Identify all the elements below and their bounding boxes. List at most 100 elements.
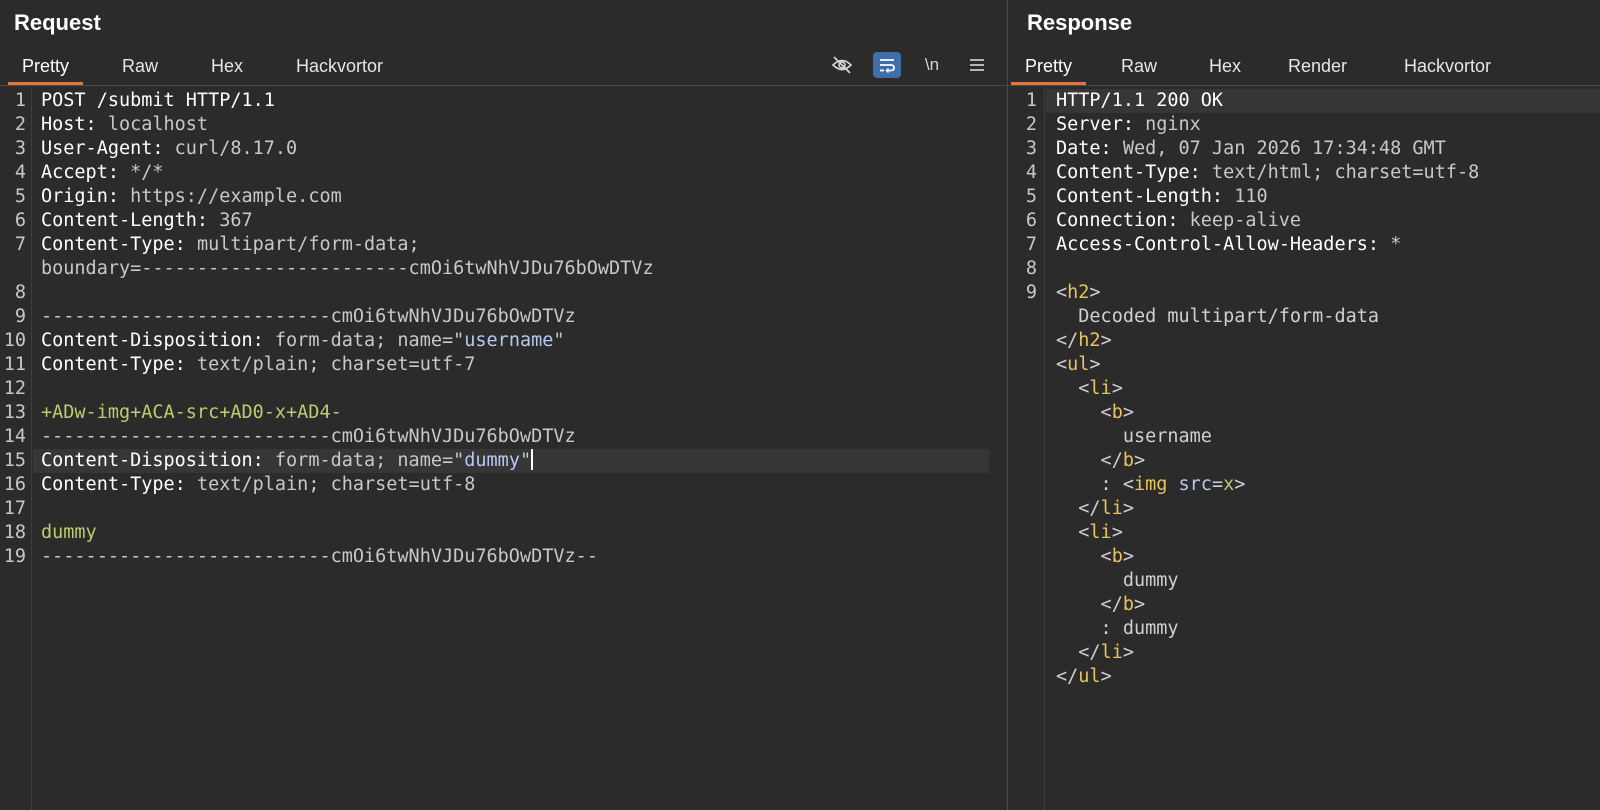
request-editor[interactable]: 1 POST /submit HTTP/1.1 2 Host: localhost 3 U… <box>0 87 1007 810</box>
token: > <box>1122 498 1134 519</box>
code-line[interactable]: 10 Content-Disposition: form-data; name="… <box>0 329 1007 353</box>
line-number: 8 <box>14 282 26 303</box>
line-number: 14 <box>3 426 26 447</box>
code-line[interactable]: 9 --------------------------cmOi6twNhVJDu… <box>0 305 1007 329</box>
token: text/plain; charset=utf-8 <box>196 474 476 495</box>
code-line[interactable]: boundary=------------------------cmOi6tw… <box>0 257 1007 281</box>
token: multipart/form-data; <box>196 234 420 255</box>
response-tabbar: Pretty Raw Hex Render Hackvortor <box>1009 48 1600 86</box>
line-content: Server: nginx <box>1056 113 1201 137</box>
newline-icon[interactable]: \n <box>918 52 946 78</box>
wrap-lines-icon[interactable] <box>873 52 901 78</box>
line-number: 10 <box>3 330 26 351</box>
response-editor[interactable]: 1 HTTP/1.1 200 OK 2 Server: nginx 3 Date: Wed… <box>1009 87 1600 810</box>
code-line[interactable]: 19 --------------------------cmOi6twNhVJD… <box>0 545 1007 569</box>
line-number: 1 <box>14 90 26 111</box>
token: < <box>1056 354 1068 375</box>
code-line[interactable]: <b> <box>1009 401 1600 425</box>
token: HTTP/1.1 200 OK <box>1056 90 1224 111</box>
line-number: 9 <box>14 306 26 327</box>
code-line[interactable]: 6 Content-Length: 367 <box>0 209 1007 233</box>
code-line[interactable]: 12 <box>0 377 1007 401</box>
code-line[interactable]: 13 +ADw-img+ACA-src+AD0-x+AD4- <box>0 401 1007 425</box>
code-line[interactable]: </li> <box>1009 497 1600 521</box>
code-line[interactable]: </b> <box>1009 449 1600 473</box>
line-number: 6 <box>14 210 26 231</box>
code-line[interactable]: 5 Content-Length: 110 <box>1009 185 1600 209</box>
token: Connection: <box>1056 210 1190 231</box>
menu-icon[interactable] <box>963 52 991 78</box>
code-line[interactable]: 4 Content-Type: text/html; charset=utf-8 <box>1009 161 1600 185</box>
code-line[interactable]: </ul> <box>1009 665 1600 689</box>
token: text/plain; charset=utf-7 <box>196 354 476 375</box>
code-line[interactable]: 8 <box>0 281 1007 305</box>
code-line[interactable]: : dummy <box>1009 617 1600 641</box>
code-line[interactable]: 6 Connection: keep-alive <box>1009 209 1600 233</box>
code-line[interactable]: 5 Origin: https://example.com <box>0 185 1007 209</box>
token: h2 <box>1078 330 1101 351</box>
code-line[interactable]: <b> <box>1009 545 1600 569</box>
code-line[interactable]: dummy <box>1009 569 1600 593</box>
request-tab-pretty[interactable]: Pretty <box>8 54 84 85</box>
line-content: Content-Length: 367 <box>41 209 253 233</box>
token: > <box>1133 450 1146 471</box>
code-line[interactable]: 2 Server: nginx <box>1009 113 1600 137</box>
code-line[interactable]: 7 Content-Type: multipart/form-data; <box>0 233 1007 257</box>
response-panel: Response Pretty Raw Hex Render Hackvorto… <box>1009 0 1600 810</box>
code-line[interactable]: 8 <box>1009 257 1600 281</box>
token: +ADw-img+ACA-src+AD0-x+AD4- <box>41 402 342 423</box>
request-title: Request <box>14 10 101 35</box>
line-content: Content-Disposition: form-data; name="du… <box>41 449 534 473</box>
code-line[interactable]: 17 <box>0 497 1007 521</box>
code-line[interactable]: 18 dummy <box>0 521 1007 545</box>
hide-icon[interactable] <box>828 52 856 78</box>
code-line[interactable]: 1 POST /submit HTTP/1.1 <box>0 89 1007 113</box>
line-content: Content-Type: text/plain; charset=utf-8 <box>41 473 475 497</box>
token: text/html; charset=utf-8 <box>1211 162 1480 183</box>
response-tab-pretty[interactable]: Pretty <box>1011 54 1087 85</box>
line-number: 8 <box>1025 258 1037 279</box>
line-content: Content-Disposition: form-data; name="us… <box>41 329 565 353</box>
code-line[interactable]: 3 User-Agent: curl/8.17.0 <box>0 137 1007 161</box>
token: > <box>1100 666 1112 687</box>
token: < <box>1056 282 1068 303</box>
code-line[interactable]: 7 Access-Control-Allow-Headers: * <box>1009 233 1600 257</box>
response-title: Response <box>1027 10 1133 35</box>
code-line[interactable]: Decoded multipart/form-data <box>1009 305 1600 329</box>
code-line[interactable]: : <img src=x> <box>1009 473 1600 497</box>
code-line[interactable]: <li> <box>1009 521 1600 545</box>
line-content: --------------------------cmOi6twNhVJDu7… <box>41 305 576 329</box>
code-line[interactable]: 15 Content-Disposition: form-data; name="… <box>0 449 1007 473</box>
token: </ <box>1056 642 1101 663</box>
code-line[interactable]: 9 <h2> <box>1009 281 1600 305</box>
request-tab-hex[interactable]: Hex <box>197 54 257 85</box>
code-line[interactable]: <ul> <box>1009 353 1600 377</box>
response-tab-raw[interactable]: Raw <box>1107 54 1171 85</box>
token: ul <box>1078 666 1101 687</box>
code-line[interactable]: 14 --------------------------cmOi6twNhVJD… <box>0 425 1007 449</box>
code-line[interactable]: 1 HTTP/1.1 200 OK <box>1009 89 1600 113</box>
code-line[interactable]: 4 Accept: */* <box>0 161 1007 185</box>
code-line[interactable]: 3 Date: Wed, 07 Jan 2026 17:34:48 GMT <box>1009 137 1600 161</box>
code-line[interactable]: username <box>1009 425 1600 449</box>
token: img <box>1133 474 1179 495</box>
code-line[interactable]: </h2> <box>1009 329 1600 353</box>
line-content: --------------------------cmOi6twNhVJDu7… <box>41 545 598 569</box>
code-line[interactable]: 11 Content-Type: text/plain; charset=utf-… <box>0 353 1007 377</box>
line-number: 18 <box>3 522 26 543</box>
request-tab-hackvortor[interactable]: Hackvortor <box>282 54 397 85</box>
response-tab-render[interactable]: Render <box>1274 54 1361 85</box>
code-line[interactable]: <li> <box>1009 377 1600 401</box>
response-tab-hex[interactable]: Hex <box>1195 54 1255 85</box>
response-tab-hackvortor[interactable]: Hackvortor <box>1390 54 1505 85</box>
line-number: 2 <box>14 114 26 135</box>
request-tab-raw[interactable]: Raw <box>108 54 172 85</box>
code-line[interactable]: </b> <box>1009 593 1600 617</box>
token: dummy <box>41 522 97 543</box>
code-line[interactable]: 2 Host: localhost <box>0 113 1007 137</box>
token: > <box>1234 474 1246 495</box>
code-line[interactable]: </li> <box>1009 641 1600 665</box>
code-line[interactable]: 16 Content-Type: text/plain; charset=utf-… <box>0 473 1007 497</box>
line-content: Origin: https://example.com <box>41 185 342 209</box>
token: Content-Length: <box>1056 186 1235 207</box>
